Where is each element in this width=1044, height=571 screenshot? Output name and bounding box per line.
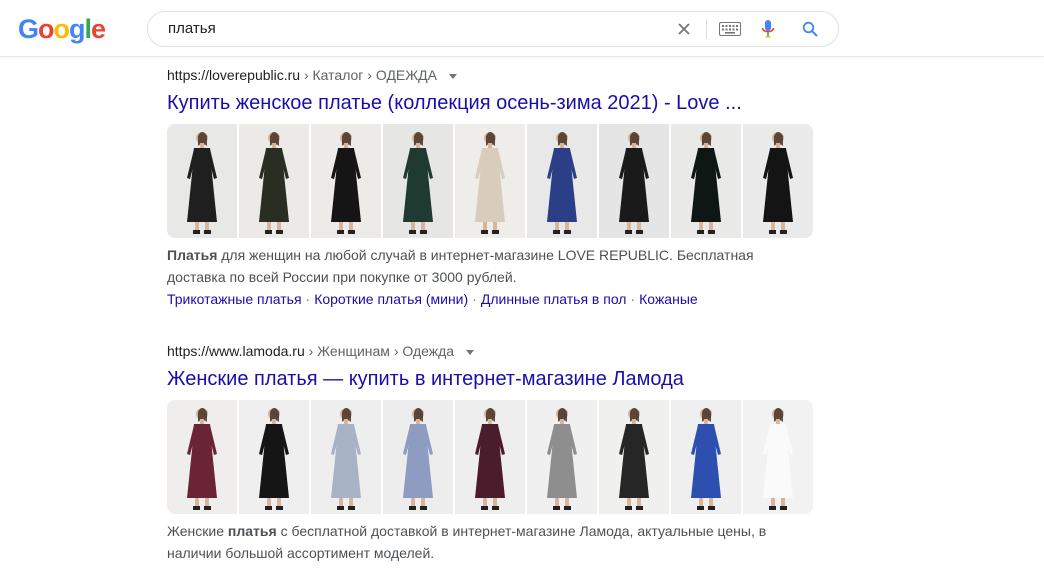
search-divider — [706, 19, 707, 39]
search-result-2: https://www.lamoda.ru › Женщинам › Одежд… — [167, 342, 827, 564]
result-title-link[interactable]: Женские платья — купить в интернет-магаз… — [167, 366, 827, 392]
snippet-text-pre: Женские — [167, 523, 228, 539]
sitelink-long[interactable]: Длинные платья в пол — [481, 291, 627, 307]
result-url[interactable]: https://www.lamoda.ru — [167, 343, 305, 359]
dress-thumbnail[interactable] — [311, 400, 381, 514]
dress-thumbnail[interactable] — [383, 400, 453, 514]
dress-thumbnail[interactable] — [743, 124, 813, 238]
dress-thumbnail[interactable] — [671, 400, 741, 514]
logo-letter: o — [53, 14, 70, 44]
close-icon[interactable] — [672, 17, 696, 41]
caret-down-icon[interactable] — [465, 349, 474, 355]
dress-thumbnail[interactable] — [167, 400, 237, 514]
logo-letter: g — [69, 14, 85, 44]
dress-thumbnail[interactable] — [311, 124, 381, 238]
snippet-bold: Платья — [167, 247, 218, 263]
header-bar: Google платья — [0, 0, 1044, 57]
result-path: › Женщинам › Одежда — [308, 343, 455, 359]
dress-thumbnail[interactable] — [599, 124, 669, 238]
snippet-bold: платья — [227, 523, 277, 539]
dress-thumbnail[interactable] — [167, 124, 237, 238]
dress-thumbnail[interactable] — [743, 400, 813, 514]
sitelink-leather[interactable]: Кожаные — [639, 291, 698, 307]
dress-thumbnail[interactable] — [239, 400, 309, 514]
keyboard-icon[interactable] — [718, 17, 742, 41]
search-icon[interactable] — [798, 17, 822, 41]
search-input[interactable]: платья — [168, 20, 216, 37]
logo-letter: o — [38, 14, 54, 44]
dress-thumbnail[interactable] — [383, 124, 453, 238]
dress-thumbnail[interactable] — [599, 400, 669, 514]
image-gallery — [167, 400, 813, 514]
caret-down-icon[interactable] — [448, 73, 457, 79]
dress-thumbnail[interactable] — [455, 400, 525, 514]
dress-thumbnail[interactable] — [239, 124, 309, 238]
mic-icon[interactable] — [756, 17, 780, 41]
sitelink-knitted[interactable]: Трикотажные платья — [167, 291, 302, 307]
result-snippet: Женские платья с бесплатной доставкой в … — [167, 520, 767, 564]
dress-thumbnail[interactable] — [527, 400, 597, 514]
result-path: › Каталог › ОДЕЖДА — [303, 67, 438, 83]
snippet-text: для женщин на любой случай в интернет-ма… — [167, 247, 754, 285]
search-result-1: https://loverepublic.ru › Каталог › ОДЕЖ… — [167, 66, 827, 310]
result-breadcrumb[interactable]: https://loverepublic.ru › Каталог › ОДЕЖ… — [167, 66, 827, 84]
dress-thumbnail[interactable] — [527, 124, 597, 238]
sitelink-separator: · — [472, 291, 477, 307]
sitelink-short[interactable]: Короткие платья (мини) — [314, 291, 468, 307]
search-box[interactable]: платья — [147, 11, 839, 47]
image-gallery — [167, 124, 813, 238]
sitelink-separator: · — [630, 291, 636, 307]
sitelink-separator: · — [305, 291, 311, 307]
dress-thumbnail[interactable] — [455, 124, 525, 238]
logo-letter: e — [91, 14, 106, 44]
result-breadcrumb[interactable]: https://www.lamoda.ru › Женщинам › Одежд… — [167, 342, 827, 360]
google-logo[interactable]: Google — [18, 14, 106, 44]
result-title-link[interactable]: Купить женское платье (коллекция осень-з… — [167, 90, 827, 116]
dress-thumbnail[interactable] — [671, 124, 741, 238]
logo-letter: G — [18, 14, 39, 44]
result-url[interactable]: https://loverepublic.ru — [167, 67, 300, 83]
result-snippet: Платья для женщин на любой случай в инте… — [167, 244, 767, 288]
sitelinks: Трикотажные платья · Короткие платья (мини… — [167, 288, 827, 310]
